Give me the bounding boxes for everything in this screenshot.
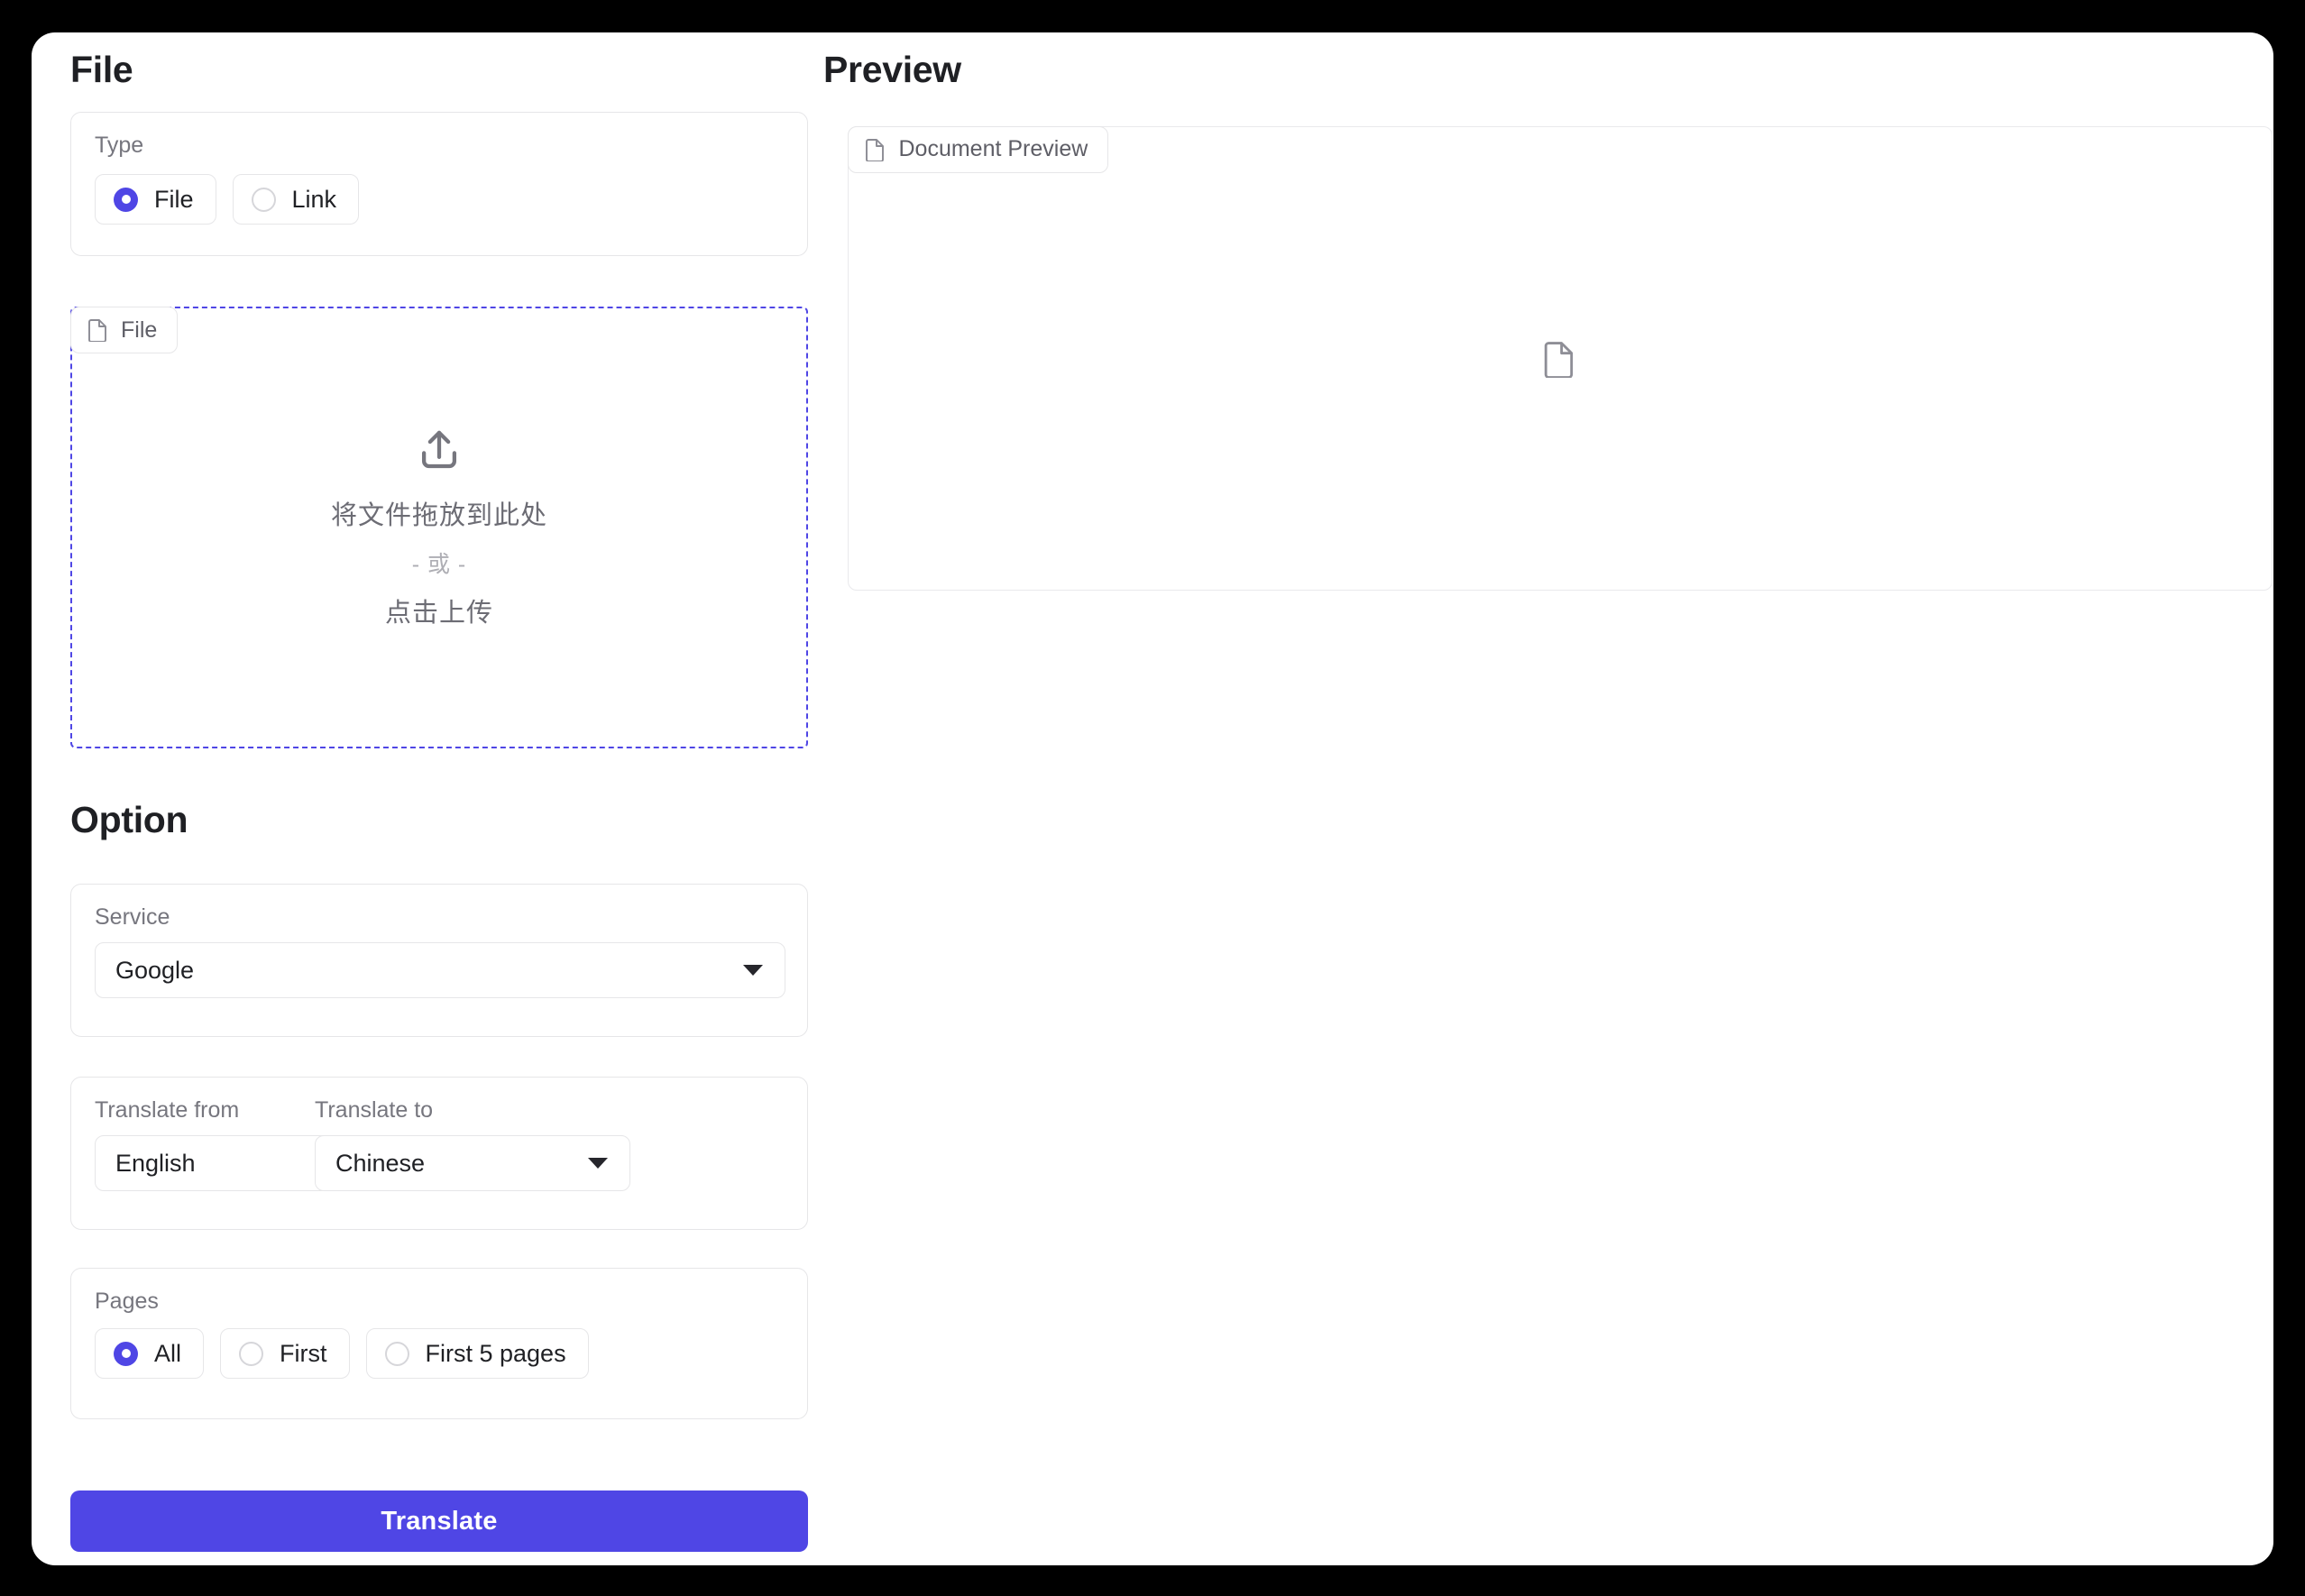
pages-label: Pages <box>95 1289 159 1314</box>
chevron-down-icon <box>588 1158 608 1169</box>
translate-button[interactable]: Translate <box>70 1491 808 1552</box>
upload-icon <box>415 426 464 474</box>
type-group: Type File Link <box>70 112 808 256</box>
radio-indicator-first[interactable] <box>239 1341 264 1366</box>
file-section-title: File <box>70 49 133 90</box>
pages-option-first-label: First <box>280 1339 327 1367</box>
dropzone-drag-text: 将文件拖放到此处 <box>330 501 547 530</box>
pages-option-first-5-label: First 5 pages <box>425 1339 566 1367</box>
service-group: Service Google <box>70 884 808 1037</box>
chevron-down-icon <box>743 965 763 976</box>
pages-option-all[interactable]: All <box>95 1328 205 1379</box>
translate-to-value: Chinese <box>335 1149 426 1177</box>
dropzone-click-text[interactable]: 点击上传 <box>385 592 493 629</box>
dropzone-content: 将文件拖放到此处 - 或 - 点击上传 <box>72 426 806 629</box>
pages-option-all-label: All <box>154 1339 182 1367</box>
dropzone-or-text: - 或 - <box>411 552 467 577</box>
translate-to-select[interactable]: Chinese <box>315 1135 630 1191</box>
radio-indicator-all[interactable] <box>114 1341 138 1366</box>
right-column: Preview Document Preview <box>816 32 2273 1565</box>
left-column: File Type File Link File 将文件拖放到此处 - 或 - … <box>63 32 816 1565</box>
type-option-link-label: Link <box>291 185 337 213</box>
preview-section-title: Preview <box>823 49 961 90</box>
document-preview-tab[interactable]: Document Preview <box>847 125 1109 173</box>
type-option-file-label: File <box>154 185 194 213</box>
type-option-file[interactable]: File <box>95 174 216 225</box>
translate-from-label: Translate from <box>95 1097 240 1123</box>
type-radio-group: File Link <box>95 174 360 225</box>
service-select[interactable]: Google <box>95 942 785 998</box>
radio-indicator-file[interactable] <box>114 187 138 212</box>
radio-indicator-link[interactable] <box>251 187 276 212</box>
document-preview-panel: Document Preview <box>847 125 2273 591</box>
document-icon <box>865 138 886 161</box>
service-label: Service <box>95 904 170 930</box>
translate-to-label: Translate to <box>315 1097 434 1123</box>
radio-indicator-first-5[interactable] <box>384 1341 409 1366</box>
file-dropzone[interactable]: File 将文件拖放到此处 - 或 - 点击上传 <box>70 307 808 748</box>
pages-group: Pages All First First 5 pages <box>70 1268 808 1419</box>
document-preview-tab-label: Document Preview <box>898 136 1088 161</box>
type-group-label: Type <box>95 133 144 158</box>
type-option-link[interactable]: Link <box>232 174 360 225</box>
dropzone-tab: File <box>70 307 179 353</box>
pages-option-first-5[interactable]: First 5 pages <box>365 1328 589 1379</box>
translate-from-value: English <box>115 1149 196 1177</box>
service-select-value: Google <box>115 956 195 984</box>
option-section-title: Option <box>70 799 188 840</box>
dropzone-tab-label: File <box>121 316 158 343</box>
document-icon <box>1543 340 1577 378</box>
document-icon <box>87 318 109 342</box>
preview-empty-state <box>1543 340 1577 378</box>
pages-option-first[interactable]: First <box>220 1328 350 1379</box>
app-card: File Type File Link File 将文件拖放到此处 - 或 - … <box>32 32 2273 1565</box>
pages-radio-group: All First First 5 pages <box>95 1328 589 1379</box>
language-group: Translate from Translate to English Chin… <box>70 1077 808 1230</box>
